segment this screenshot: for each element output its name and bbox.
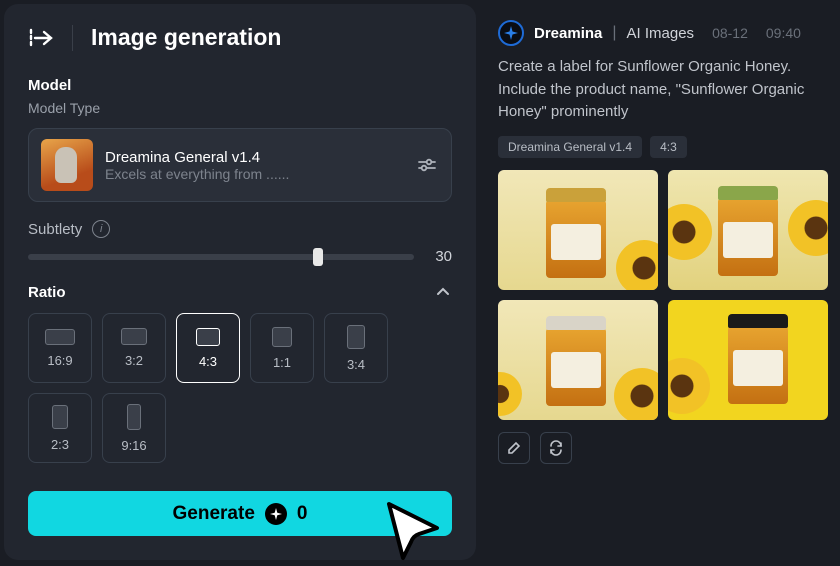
subtlety-value: 30	[428, 248, 452, 265]
param-chip: Dreamina General v1.4	[498, 136, 642, 158]
output-panel: Dreamina | AI Images 08-12 09:40 Create …	[476, 0, 840, 560]
ratio-label: 16:9	[47, 353, 72, 368]
model-selector[interactable]: Dreamina General v1.4 Excels at everythi…	[28, 128, 452, 202]
panel-title: Image generation	[91, 24, 281, 51]
subtlety-slider[interactable]	[28, 254, 414, 260]
ratio-label: 1:1	[273, 355, 291, 370]
prompt-text: Create a label for Sunflower Organic Hon…	[498, 56, 828, 124]
separator: |	[612, 24, 616, 42]
settings-icon[interactable]	[415, 153, 439, 177]
ratio-shape-icon	[196, 328, 220, 346]
model-section: Model Model Type Dreamina General v1.4 E…	[28, 77, 452, 220]
ratio-label: 4:3	[199, 354, 217, 369]
generate-cost: 0	[297, 503, 308, 525]
param-chip: 4:3	[650, 136, 687, 158]
ratio-title: Ratio	[28, 284, 66, 301]
ratio-shape-icon	[52, 405, 68, 429]
subtlety-section: Subtlety i 30	[28, 220, 452, 283]
subtlety-label: Subtlety	[28, 221, 82, 238]
app-icon	[498, 20, 524, 46]
generate-button[interactable]: Generate 0	[28, 491, 452, 536]
slider-thumb[interactable]	[313, 248, 323, 266]
time-stamp: 09:40	[766, 25, 801, 41]
model-thumbnail	[41, 139, 93, 191]
result-actions	[498, 432, 830, 464]
ratio-option-3-4[interactable]: 3:4	[324, 313, 388, 383]
model-info: Dreamina General v1.4 Excels at everythi…	[105, 149, 403, 182]
model-name: Dreamina General v1.4	[105, 149, 403, 166]
date-stamp: 08-12	[712, 25, 748, 41]
ratio-option-2-3[interactable]: 2:3	[28, 393, 92, 463]
regenerate-button[interactable]	[540, 432, 572, 464]
ratio-option-16-9[interactable]: 16:9	[28, 313, 92, 383]
ratio-option-9-16[interactable]: 9:16	[102, 393, 166, 463]
ratio-shape-icon	[45, 329, 75, 345]
result-thumbnail[interactable]	[498, 300, 658, 420]
panel-header: Image generation	[28, 24, 452, 51]
result-thumbnail[interactable]	[498, 170, 658, 290]
model-type-label: Model Type	[28, 100, 452, 116]
credit-icon	[265, 503, 287, 525]
model-section-label: Model	[28, 77, 452, 94]
info-icon[interactable]: i	[92, 220, 110, 238]
brand-name: Dreamina	[534, 25, 602, 42]
ratio-section: Ratio 16:9 3:2 4:3 1:1 3:4 2:3 9:16	[28, 283, 452, 463]
result-grid	[498, 170, 828, 420]
generate-label: Generate	[173, 503, 255, 525]
model-description: Excels at everything from ......	[105, 166, 403, 182]
ratio-option-3-2[interactable]: 3:2	[102, 313, 166, 383]
category-label: AI Images	[627, 25, 695, 42]
ratio-shape-icon	[121, 328, 147, 345]
ratio-label: 3:2	[125, 353, 143, 368]
result-thumbnail[interactable]	[668, 170, 828, 290]
ratio-label: 3:4	[347, 357, 365, 372]
ratio-grid: 16:9 3:2 4:3 1:1 3:4 2:3 9:16	[28, 313, 452, 463]
ratio-shape-icon	[272, 327, 292, 347]
chip-row: Dreamina General v1.4 4:3	[498, 136, 830, 158]
chevron-up-icon[interactable]	[434, 283, 452, 301]
divider	[72, 25, 73, 51]
edit-button[interactable]	[498, 432, 530, 464]
ratio-shape-icon	[127, 404, 141, 430]
ratio-option-4-3[interactable]: 4:3	[176, 313, 240, 383]
ratio-label: 9:16	[121, 438, 146, 453]
result-thumbnail[interactable]	[668, 300, 828, 420]
message-header: Dreamina | AI Images 08-12 09:40	[498, 20, 830, 46]
collapse-icon[interactable]	[28, 25, 54, 51]
ratio-label: 2:3	[51, 437, 69, 452]
ratio-shape-icon	[347, 325, 365, 349]
config-panel: Image generation Model Model Type Dreami…	[4, 4, 476, 560]
ratio-option-1-1[interactable]: 1:1	[250, 313, 314, 383]
